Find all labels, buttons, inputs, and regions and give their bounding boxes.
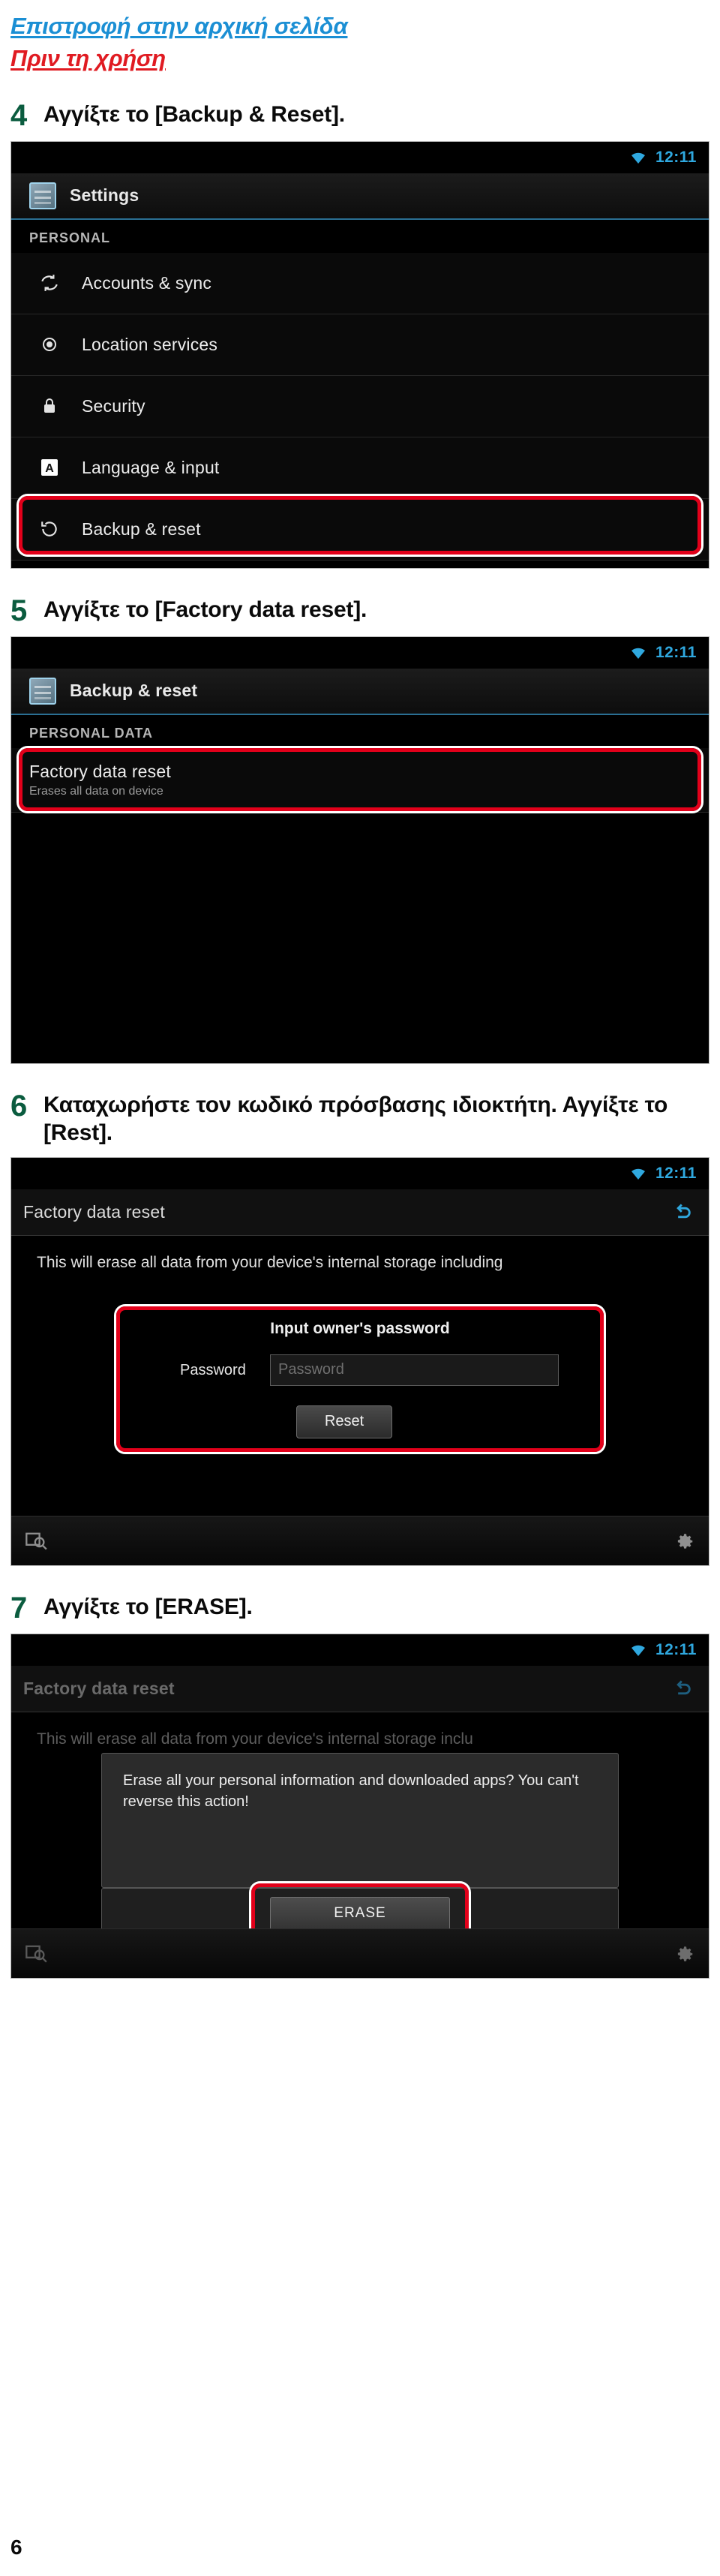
- sidebar-item-security[interactable]: Security: [11, 375, 709, 437]
- screenshot-erase-dialog: 12:11 Factory data reset This will erase…: [10, 1633, 710, 1979]
- location-icon: [37, 332, 62, 357]
- app-title-bar: Backup & reset: [11, 668, 709, 715]
- app-title: Backup & reset: [70, 681, 198, 700]
- sync-icon: [37, 270, 62, 296]
- page-number: 6: [10, 2535, 22, 2559]
- backup-reset-list: Factory data reset Erases all data on de…: [11, 747, 709, 813]
- step-heading-4: 4 Αγγίξτε το [Backup & Reset].: [10, 101, 710, 131]
- row-label: Security: [82, 395, 146, 416]
- step-heading-5: 5 Αγγίξτε το [Factory data reset].: [10, 596, 710, 626]
- dialog-message: Erase all your personal information and …: [123, 1772, 579, 1810]
- status-bar: 12:11: [11, 141, 709, 173]
- erase-button[interactable]: ERASE: [270, 1896, 450, 1930]
- screenshot-factory-reset-password: 12:11 Factory data reset This will erase…: [10, 1156, 710, 1566]
- list-item-factory-data-reset[interactable]: Factory data reset Erases all data on de…: [11, 747, 709, 813]
- link-before-use[interactable]: Πριν τη χρήση: [10, 44, 710, 74]
- confirm-dialog: Erase all your personal information and …: [101, 1752, 619, 1888]
- password-placeholder: Password: [278, 1361, 344, 1378]
- step-text: Αγγίξτε το [Backup & Reset].: [44, 101, 345, 127]
- status-clock: 12:11: [655, 1640, 697, 1658]
- app-title: Factory data reset: [23, 1201, 165, 1222]
- wifi-icon: [628, 1643, 648, 1658]
- settings-list: Accounts & sync Location services Securi…: [11, 252, 709, 561]
- step-number: 6: [10, 1089, 28, 1123]
- row-sublabel: Erases all data on device: [29, 784, 164, 798]
- password-input[interactable]: Password: [270, 1354, 559, 1386]
- sidebar-item-location-services[interactable]: Location services: [11, 314, 709, 376]
- wifi-icon: [628, 150, 648, 165]
- step-text: Αγγίξτε το [Factory data reset].: [44, 597, 368, 622]
- row-label: Backup & reset: [82, 519, 201, 539]
- app-title: Factory data reset: [23, 1678, 175, 1698]
- step-text: Αγγίξτε το [ERASE].: [44, 1594, 253, 1619]
- password-label: Password: [180, 1361, 246, 1378]
- screenshot-backup-reset: 12:11 Backup & reset PERSONAL DATA Facto…: [10, 636, 710, 1064]
- step-heading-6: 6 Καταχωρήστε τον κωδικό πρόσβασης ιδιοκ…: [10, 1091, 710, 1147]
- sidebar-item-accounts-sync[interactable]: Accounts & sync: [11, 252, 709, 314]
- app-title: Settings: [70, 185, 140, 205]
- row-label: Language & input: [82, 457, 220, 477]
- keyboard-a-icon: A: [37, 455, 62, 480]
- row-label: Factory data reset: [29, 761, 171, 781]
- settings-icon: [29, 677, 56, 705]
- status-bar: 12:11: [11, 1157, 709, 1189]
- app-title-bar: Settings: [11, 173, 709, 220]
- app-title-bar: Factory data reset: [11, 1665, 709, 1712]
- bottom-toolbar: [11, 1515, 709, 1565]
- status-bar: 12:11: [11, 1634, 709, 1666]
- app-title-bar: Factory data reset: [11, 1189, 709, 1236]
- reset-button[interactable]: Reset: [296, 1405, 392, 1438]
- wifi-icon: [628, 1166, 648, 1181]
- step-text: Καταχωρήστε τον κωδικό πρόσβασης ιδιοκτή…: [44, 1092, 668, 1145]
- wifi-icon: [628, 645, 648, 660]
- search-zoom-icon[interactable]: [25, 1943, 47, 1964]
- warning-text: This will erase all data from your devic…: [37, 1253, 503, 1271]
- step-heading-7: 7 Αγγίξτε το [ERASE].: [10, 1593, 710, 1623]
- warning-text-dimmed: This will erase all data from your devic…: [37, 1730, 473, 1748]
- settings-icon: [29, 182, 56, 209]
- status-bar: 12:11: [11, 636, 709, 669]
- sidebar-item-language-input[interactable]: A Language & input: [11, 437, 709, 499]
- status-clock: 12:11: [655, 643, 697, 661]
- gear-icon[interactable]: [673, 1942, 695, 1964]
- back-arrow-icon[interactable]: [668, 1675, 697, 1703]
- bottom-toolbar: [11, 1928, 709, 1978]
- row-label: Accounts & sync: [82, 272, 212, 293]
- section-label-personal-data: PERSONAL DATA: [29, 725, 154, 741]
- step-number: 5: [10, 594, 28, 627]
- row-label: Location services: [82, 334, 218, 354]
- sidebar-item-backup-reset[interactable]: Backup & reset: [11, 498, 709, 561]
- page-content: Επιστροφή στην αρχική σελίδα Πριν τη χρή…: [10, 0, 710, 1979]
- search-zoom-icon[interactable]: [25, 1530, 47, 1551]
- status-clock: 12:11: [655, 148, 697, 166]
- lock-icon: [37, 393, 62, 419]
- back-arrow-icon[interactable]: [668, 1198, 697, 1227]
- screenshot-settings: 12:11 Settings PERSONAL Accounts & sync …: [10, 140, 710, 569]
- gear-icon[interactable]: [673, 1529, 695, 1552]
- panel-title-input-password: Input owner's password: [270, 1319, 450, 1337]
- step-number: 7: [10, 1591, 28, 1625]
- link-home[interactable]: Επιστροφή στην αρχική σελίδα: [10, 12, 710, 41]
- backup-reset-icon: [37, 516, 62, 542]
- step-number: 4: [10, 98, 28, 132]
- breadcrumb: Επιστροφή στην αρχική σελίδα Πριν τη χρή…: [10, 0, 710, 74]
- svg-text:A: A: [45, 462, 54, 475]
- status-clock: 12:11: [655, 1164, 697, 1182]
- section-label-personal: PERSONAL: [29, 230, 111, 245]
- manual-page: Επιστροφή στην αρχική σελίδα Πριν τη χρή…: [0, 0, 720, 2576]
